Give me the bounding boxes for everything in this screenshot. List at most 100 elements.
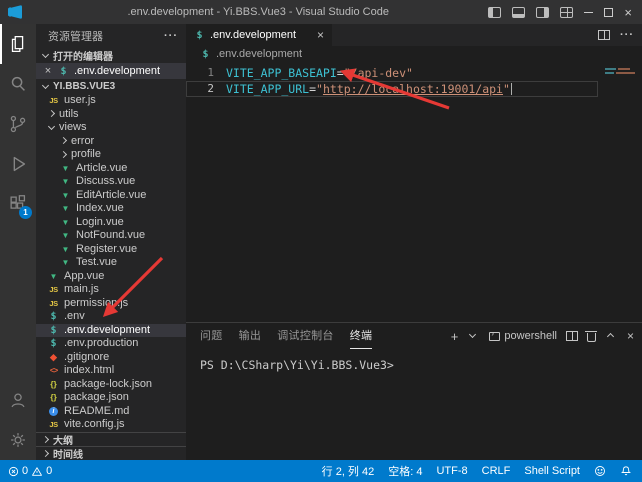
sidebar-title: 资源管理器 — [48, 28, 103, 44]
tree-item[interactable]: Index.vue — [36, 202, 186, 216]
tree-item[interactable]: Login.vue — [36, 216, 186, 230]
tree-folder[interactable]: profile — [36, 148, 186, 162]
open-editors-header[interactable]: 打开的编辑器 — [36, 48, 186, 63]
tab-terminal[interactable]: 终端 — [350, 323, 373, 349]
vue-icon — [58, 216, 73, 230]
vue-icon — [58, 202, 73, 216]
workspace-header[interactable]: YI.BBS.VUE3 — [36, 79, 186, 94]
close-tab-icon[interactable]: × — [315, 28, 326, 42]
encoding[interactable]: UTF-8 — [436, 465, 467, 477]
json-icon — [46, 378, 61, 392]
toggle-panel-icon[interactable] — [512, 7, 525, 18]
tree-item[interactable]: App.vue — [36, 270, 186, 284]
chevron-down-icon — [40, 82, 51, 92]
terminal-icon — [489, 332, 500, 341]
outline-section[interactable]: 大纲 — [36, 432, 186, 446]
split-terminal-icon[interactable] — [566, 331, 578, 341]
minimap[interactable] — [600, 62, 642, 322]
tree-folder[interactable]: utils — [36, 108, 186, 122]
customize-layout-icon[interactable] — [560, 7, 573, 18]
tree-item-env-development[interactable]: .env.development — [36, 324, 186, 338]
tree-item[interactable]: package-lock.json — [36, 378, 186, 392]
tree-item[interactable]: Test.vue — [36, 256, 186, 270]
tab-debug-console[interactable]: 调试控制台 — [277, 323, 334, 349]
open-editor-item[interactable]: × .env.development — [36, 63, 186, 79]
source-control-icon[interactable] — [0, 104, 36, 144]
tree-item[interactable]: user.js — [36, 94, 186, 108]
new-terminal-icon[interactable]: + — [451, 330, 459, 343]
chevron-right-icon — [58, 150, 69, 160]
terminal[interactable]: PS D:\CSharp\Yi\Yi.BBS.Vue3> — [186, 349, 642, 372]
toggle-secondary-sidebar-icon[interactable] — [536, 7, 549, 18]
tree-item[interactable]: README.md — [36, 405, 186, 419]
vue-icon — [58, 189, 73, 203]
close-editor-icon[interactable]: × — [42, 65, 54, 77]
timeline-section[interactable]: 时间线 — [36, 446, 186, 460]
settings-gear-icon[interactable] — [0, 420, 36, 460]
tree-item[interactable]: .env — [36, 310, 186, 324]
indentation[interactable]: 空格: 4 — [388, 463, 422, 479]
explorer-more-actions-icon[interactable]: ··· — [164, 30, 178, 42]
tree-item[interactable]: Discuss.vue — [36, 175, 186, 189]
js-icon — [46, 94, 61, 108]
tree-item[interactable]: package.json — [36, 391, 186, 405]
tree-item[interactable]: vite.config.js — [36, 418, 186, 432]
shell-file-icon — [46, 324, 61, 338]
shell-file-icon — [192, 30, 207, 41]
account-icon[interactable] — [0, 380, 36, 420]
tab-output[interactable]: 输出 — [239, 323, 262, 349]
cursor-position[interactable]: 行 2, 列 42 — [322, 463, 375, 479]
extensions-icon[interactable]: 1 — [0, 184, 36, 224]
notifications-bell-icon[interactable] — [620, 465, 632, 477]
tree-item[interactable]: .gitignore — [36, 351, 186, 365]
status-bar: 0 0 行 2, 列 42 空格: 4 UTF-8 CRLF Shell Scr… — [0, 460, 642, 482]
editor-more-actions-icon[interactable]: ··· — [620, 29, 634, 41]
toggle-sidebar-icon[interactable] — [488, 7, 501, 18]
tree-item[interactable]: main.js — [36, 283, 186, 297]
search-icon[interactable] — [0, 64, 36, 104]
explorer-icon[interactable] — [0, 24, 36, 64]
split-editor-icon[interactable] — [598, 30, 610, 40]
tree-folder[interactable]: views — [36, 121, 186, 135]
maximize-button[interactable] — [604, 8, 613, 17]
panel-header: 问题 输出 调试控制台 终端 + powershell × — [186, 323, 642, 349]
text-cursor — [511, 83, 512, 95]
info-icon — [46, 407, 61, 416]
tree-item[interactable]: EditArticle.vue — [36, 189, 186, 203]
code-line-1: 1VITE_APP_BASEAPI="/api-dev" — [186, 65, 598, 81]
json-icon — [46, 391, 61, 405]
feedback-smiley-icon[interactable] — [594, 465, 606, 477]
run-debug-icon[interactable] — [0, 144, 36, 184]
language-mode[interactable]: Shell Script — [524, 465, 580, 477]
extensions-badge: 1 — [19, 206, 32, 219]
tree-item[interactable]: .env.production — [36, 337, 186, 351]
terminal-dropdown-icon[interactable] — [467, 331, 478, 341]
tree-item[interactable]: Article.vue — [36, 162, 186, 176]
tab-problems[interactable]: 问题 — [200, 323, 223, 349]
close-button[interactable]: × — [624, 6, 632, 19]
vue-icon — [58, 175, 73, 189]
problems-status[interactable]: 0 0 — [8, 465, 52, 477]
tree-item[interactable]: index.html — [36, 364, 186, 378]
maximize-panel-icon[interactable] — [605, 331, 616, 341]
code-editor[interactable]: 1VITE_APP_BASEAPI="/api-dev" 2VITE_APP_U… — [186, 62, 642, 322]
url-link[interactable]: http://localhost:19001/api — [323, 82, 503, 96]
explorer-sidebar: 资源管理器 ··· 打开的编辑器 × .env.development YI.B… — [36, 24, 186, 460]
tab-env-development[interactable]: .env.development × — [186, 24, 332, 46]
tree-item[interactable]: Register.vue — [36, 243, 186, 257]
code-line-2: 2VITE_APP_URL="http://localhost:19001/ap… — [186, 81, 598, 97]
tree-item[interactable]: NotFound.vue — [36, 229, 186, 243]
vscode-window: .env.development - Yi.BBS.Vue3 - Visual … — [0, 0, 642, 482]
terminal-shell-selector[interactable]: powershell — [489, 330, 557, 342]
tree-item[interactable]: permission.js — [36, 297, 186, 311]
chevron-down-icon — [46, 123, 57, 133]
tab-bar: .env.development × ··· — [186, 24, 642, 46]
minimize-button[interactable] — [584, 12, 593, 13]
kill-terminal-icon[interactable] — [587, 333, 596, 342]
editor-group: .env.development × ··· .env.development … — [186, 24, 642, 460]
close-panel-icon[interactable]: × — [627, 329, 634, 343]
eol-sequence[interactable]: CRLF — [482, 465, 511, 477]
tree-folder[interactable]: error — [36, 135, 186, 149]
vue-icon — [58, 229, 73, 243]
breadcrumb[interactable]: .env.development — [186, 46, 642, 62]
